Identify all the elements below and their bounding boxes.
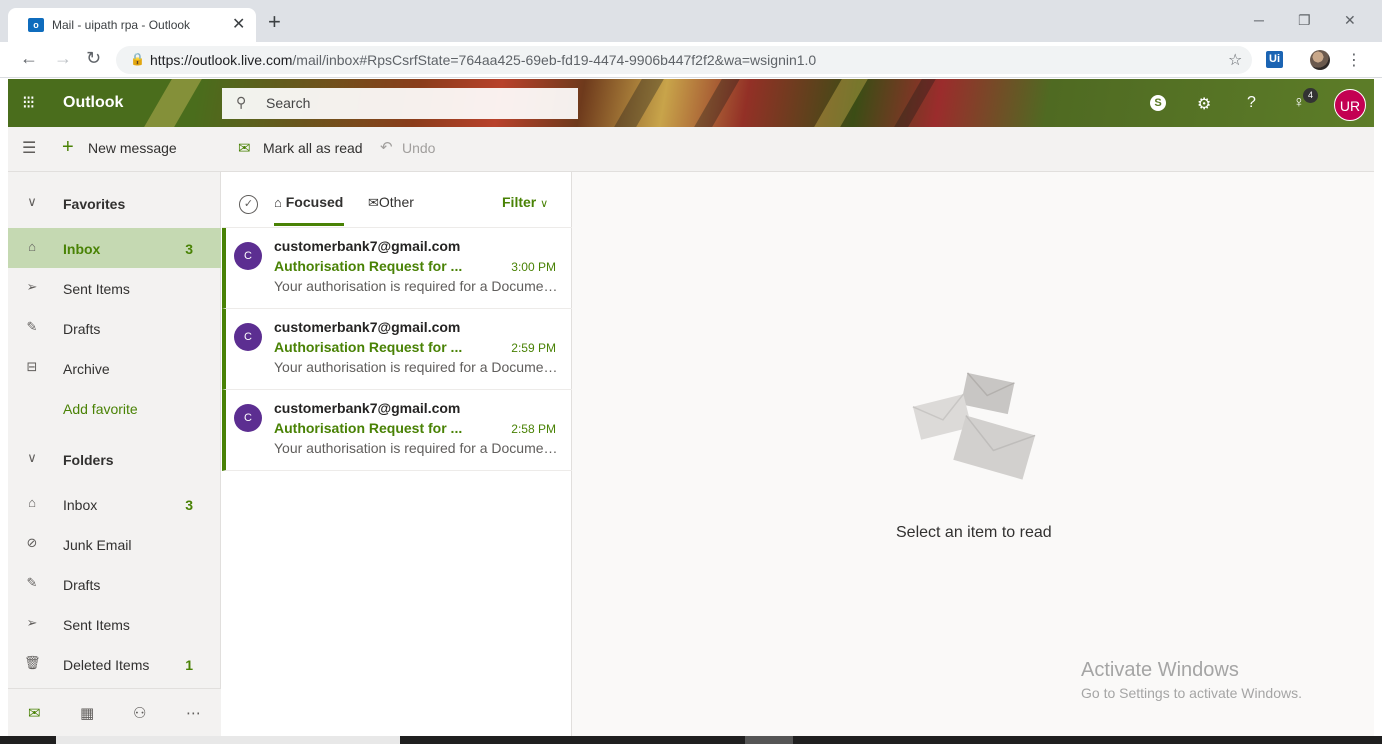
unread-count: 1 — [185, 657, 193, 673]
tab-title: Mail - uipath rpa - Outlook — [52, 18, 191, 32]
more-apps-icon[interactable]: ⋯ — [186, 704, 201, 722]
preview: Your authorisation is required for a Doc… — [274, 278, 558, 294]
url-host: https://outlook.live.com — [150, 52, 293, 68]
sidebar-item-sent[interactable]: ➢ Sent Items — [8, 604, 221, 644]
message-item[interactable]: C customerbank7@gmail.com Authorisation … — [222, 228, 572, 309]
new-message-button[interactable]: New message — [88, 140, 177, 156]
sidebar-item-favorites-inbox[interactable]: ⌂ Inbox 3 — [8, 228, 221, 268]
envelopes-illustration-icon — [912, 372, 1036, 480]
send-icon: ➢ — [26, 615, 38, 630]
people-icon[interactable]: ⚇ — [133, 704, 146, 722]
sidebar-item-junk[interactable]: ⊘ Junk Email — [8, 524, 221, 564]
chevron-down-icon: ∨ — [27, 194, 37, 209]
sender-avatar: C — [234, 242, 262, 270]
favorites-header[interactable]: ∨ Favorites — [8, 183, 221, 223]
send-icon: ➢ — [26, 279, 38, 294]
help-icon[interactable]: ? — [1247, 94, 1256, 112]
inbox-icon: ⌂ — [28, 495, 36, 510]
received-time: 2:59 PM — [511, 341, 556, 355]
chevron-down-icon: ∨ — [540, 198, 549, 210]
pencil-icon: ✎ — [26, 575, 38, 590]
preview: Your authorisation is required for a Doc… — [274, 359, 558, 375]
tab-focused-underline — [274, 223, 344, 226]
tab-other[interactable]: ✉Other — [368, 194, 414, 211]
taskbar — [0, 736, 1382, 744]
sidebar-item-inbox[interactable]: ⌂ Inbox 3 — [8, 484, 221, 524]
forward-arrow-icon[interactable]: → — [54, 48, 72, 69]
url-text[interactable]: https://outlook.live.com/mail/inbox#RpsC… — [150, 52, 816, 68]
mail-icon[interactable]: ✉ — [28, 704, 41, 722]
browser-menu-icon[interactable]: ⋮ — [1346, 50, 1362, 70]
sender: customerbank7@gmail.com — [274, 400, 461, 416]
command-bar — [8, 127, 1374, 172]
user-avatar[interactable]: UR — [1334, 89, 1366, 121]
envelope-open-icon: ✉ — [238, 140, 251, 157]
lock-icon[interactable]: 🔒 — [130, 52, 145, 66]
plus-icon[interactable]: + — [62, 136, 74, 159]
sender-avatar: C — [234, 323, 262, 351]
subject: Authorisation Request for ... — [274, 258, 463, 274]
outlook-brand[interactable]: Outlook — [63, 94, 123, 112]
hamburger-menu-icon[interactable]: ☰ — [22, 138, 36, 158]
inbox-icon: ⌂ — [28, 239, 36, 254]
search-input[interactable]: ⚲ Search — [222, 88, 578, 119]
notification-badge: 4 — [1303, 88, 1318, 103]
uipath-extension-icon[interactable]: Ui — [1266, 51, 1283, 68]
sender: customerbank7@gmail.com — [274, 319, 461, 335]
reload-icon[interactable]: ↻ — [86, 48, 101, 69]
empty-reading-message: Select an item to read — [896, 524, 1052, 541]
preview: Your authorisation is required for a Doc… — [274, 440, 558, 456]
minimize-icon[interactable]: ─ — [1254, 12, 1264, 28]
filter-dropdown[interactable]: Filter ∨ — [502, 194, 548, 210]
message-item[interactable]: C customerbank7@gmail.com Authorisation … — [222, 390, 572, 471]
undo-button[interactable]: Undo — [402, 140, 435, 156]
message-item[interactable]: C customerbank7@gmail.com Authorisation … — [222, 309, 572, 390]
calendar-icon[interactable]: ▦ — [80, 704, 94, 722]
activate-windows-subtitle: Go to Settings to activate Windows. — [1081, 685, 1302, 701]
select-all-checkbox-icon[interactable]: ✓ — [239, 195, 258, 214]
blocked-icon: ⊘ — [26, 535, 38, 550]
sender-avatar: C — [234, 404, 262, 432]
browser-profile-avatar[interactable] — [1310, 50, 1330, 70]
skype-icon[interactable]: S — [1150, 95, 1166, 111]
archive-icon: ⊟ — [26, 359, 38, 374]
sidebar-item-drafts[interactable]: ✎ Drafts — [8, 564, 221, 604]
subject: Authorisation Request for ... — [274, 339, 463, 355]
sender: customerbank7@gmail.com — [274, 238, 461, 254]
activate-windows-title: Activate Windows — [1081, 659, 1239, 681]
received-time: 2:58 PM — [511, 422, 556, 436]
bookmark-star-icon[interactable]: ☆ — [1228, 50, 1242, 70]
chevron-down-icon: ∨ — [27, 450, 37, 465]
tab-focused[interactable]: ⌂ Focused — [274, 194, 343, 210]
sidebar-item-favorites-sent[interactable]: ➢ Sent Items — [8, 268, 221, 308]
tab-close-icon[interactable]: ✕ — [232, 14, 245, 34]
pencil-icon: ✎ — [26, 319, 38, 334]
focused-icon: ⌂ — [274, 195, 282, 210]
mark-all-read-button[interactable]: Mark all as read — [263, 140, 363, 156]
outlook-favicon-icon: o — [28, 18, 44, 32]
received-time: 3:00 PM — [511, 260, 556, 274]
outlook-header — [8, 79, 1374, 127]
window-close-icon[interactable]: ✕ — [1344, 12, 1356, 29]
back-arrow-icon[interactable]: ← — [20, 48, 38, 69]
browser-tab[interactable]: o Mail - uipath rpa - Outlook ✕ — [8, 8, 256, 42]
unread-count: 3 — [185, 241, 193, 257]
subject: Authorisation Request for ... — [274, 420, 463, 436]
undo-icon: ↶ — [380, 139, 393, 156]
app-launcher-icon[interactable]: ⁝⁝⁝ — [22, 92, 35, 113]
search-placeholder: Search — [266, 95, 311, 111]
search-icon: ⚲ — [236, 94, 247, 110]
sidebar-item-deleted[interactable]: 🗑 Deleted Items 1 — [8, 644, 221, 684]
folders-header[interactable]: ∨ Folders — [8, 439, 221, 479]
new-tab-button[interactable]: + — [268, 11, 281, 33]
settings-gear-icon[interactable]: ⚙ — [1197, 94, 1211, 114]
restore-icon[interactable]: ❐ — [1298, 12, 1311, 29]
sidebar-item-favorites-archive[interactable]: ⊟ Archive — [8, 348, 221, 388]
other-mail-icon: ✉ — [368, 195, 379, 210]
url-path: /mail/inbox#RpsCsrfState=764aa425-69eb-f… — [292, 52, 817, 68]
sidebar-item-favorites-drafts[interactable]: ✎ Drafts — [8, 308, 221, 348]
unread-count: 3 — [185, 497, 193, 513]
add-favorite-link[interactable]: Add favorite — [8, 388, 221, 428]
trash-icon: 🗑 — [24, 655, 41, 670]
